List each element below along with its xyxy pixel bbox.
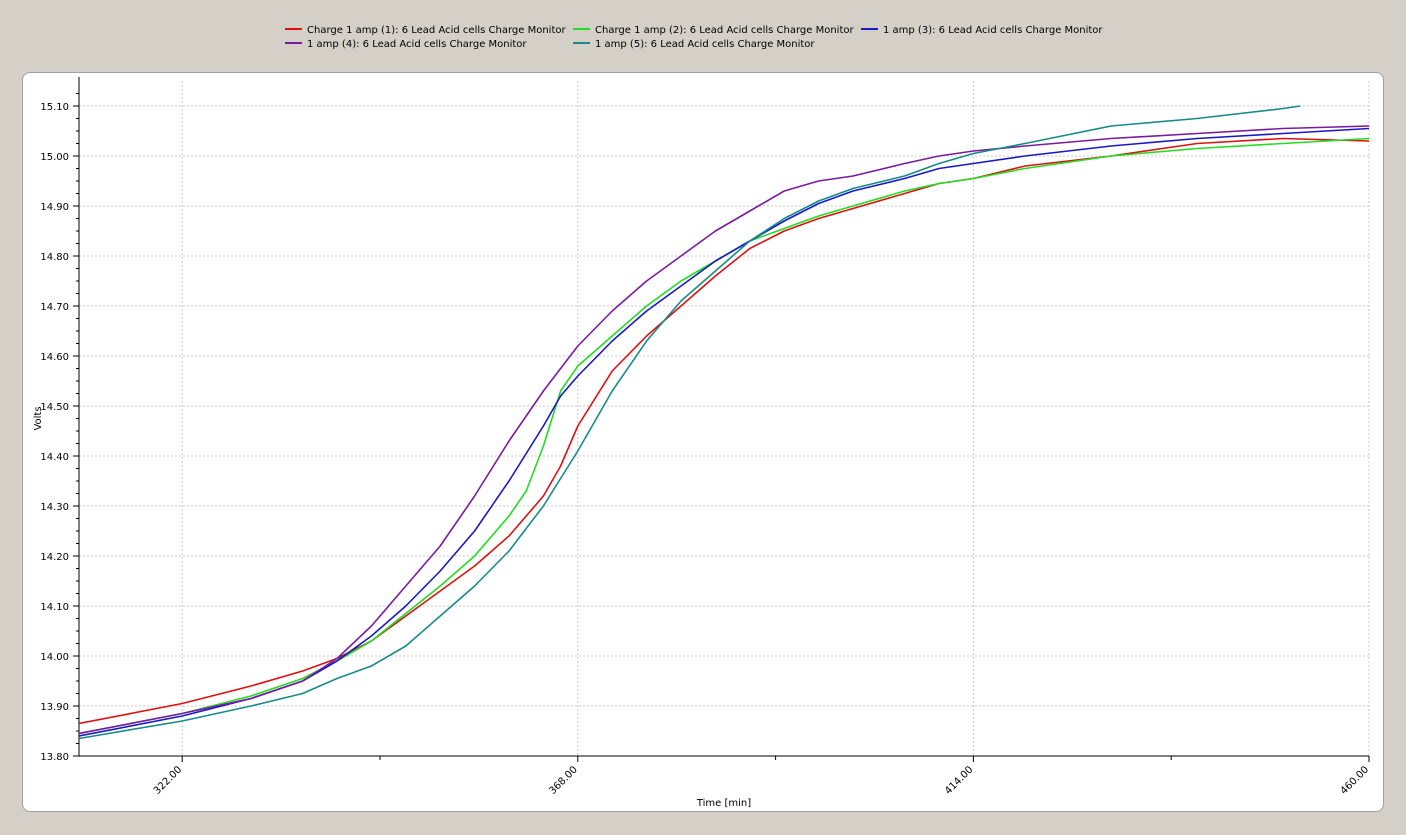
legend-label: 1 amp (5): 6 Lead Acid cells Charge Moni… [595, 39, 815, 50]
x-tick-label: 368.00 [547, 764, 580, 797]
y-tick-label: 13.80 [40, 752, 69, 763]
y-tick-label: 14.40 [40, 452, 69, 463]
y-tick-label: 14.70 [40, 302, 69, 313]
legend-label: 1 amp (4): 6 Lead Acid cells Charge Moni… [307, 39, 527, 50]
y-axis-label: Volts [33, 406, 44, 430]
chart-panel: 13.80 13.90 14.00 14.10 14.20 14.30 14.40 14.50… [22, 72, 1384, 812]
legend-label: Charge 1 amp (2): 6 Lead Acid cells Char… [595, 25, 854, 36]
x-axis-label: Time [min] [696, 798, 751, 809]
y-tick-label: 14.60 [40, 352, 69, 363]
y-tick-label: 14.80 [40, 252, 69, 263]
chart-legend: Charge 1 amp (1): 6 Lead Acid cells Char… [285, 25, 1103, 50]
legend-label: 1 amp (3): 6 Lead Acid cells Charge Moni… [883, 25, 1103, 36]
y-tick-label: 14.50 [40, 402, 69, 413]
y-tick-label: 14.20 [40, 552, 69, 563]
x-tick-label: 460.00 [1339, 764, 1372, 797]
y-tick-label: 14.00 [40, 652, 69, 663]
series-line-3 [79, 127, 1370, 737]
series-line-4 [79, 125, 1370, 735]
y-tick-label: 13.90 [40, 702, 69, 713]
y-tick-label: 15.00 [40, 152, 69, 163]
series-line-5 [79, 105, 1301, 740]
legend-label: Charge 1 amp (1): 6 Lead Acid cells Char… [307, 25, 566, 36]
y-tick-label: 15.10 [40, 102, 69, 113]
series-line-2 [79, 137, 1370, 735]
y-tick-label: 14.10 [40, 602, 69, 613]
x-tick-label: 414.00 [943, 764, 976, 797]
x-tick-label: 322.00 [152, 764, 185, 797]
line-chart: 13.80 13.90 14.00 14.10 14.20 14.30 14.40 14.50… [33, 77, 1372, 809]
y-tick-label: 14.30 [40, 502, 69, 513]
y-tick-label: 14.90 [40, 202, 69, 213]
